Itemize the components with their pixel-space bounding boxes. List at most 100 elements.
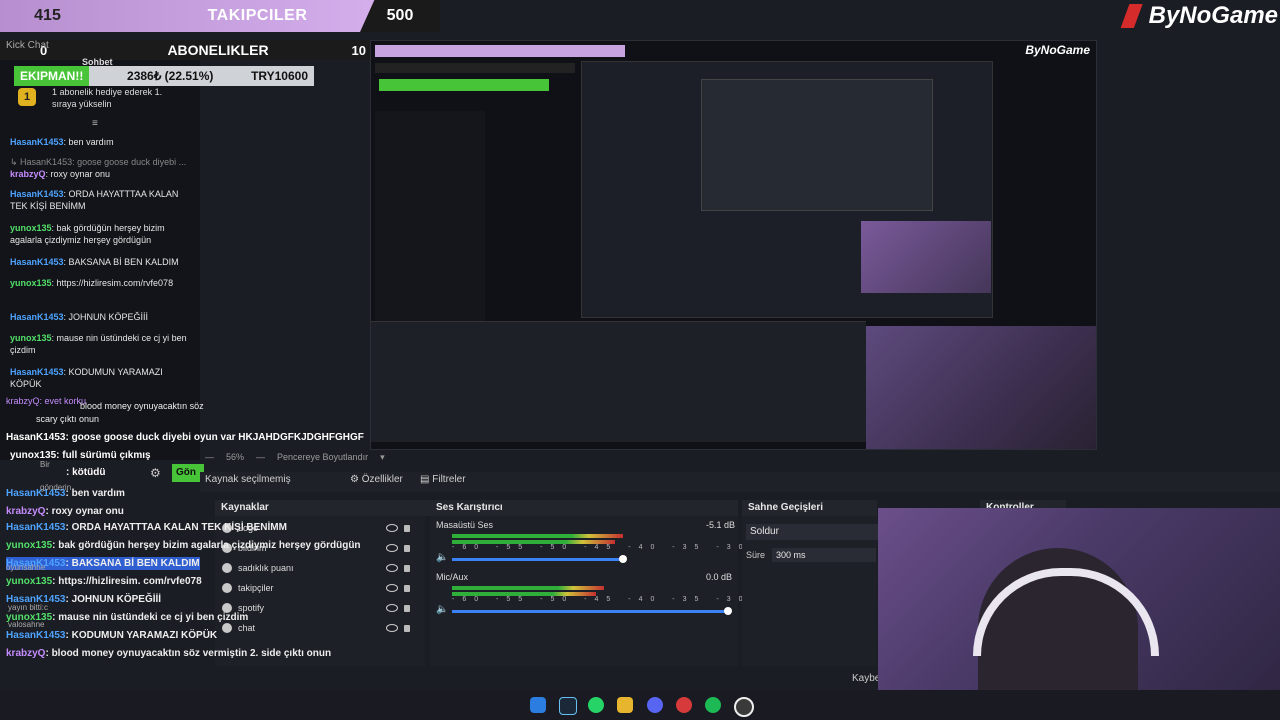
chat-username[interactable]: HasanK1453 <box>10 312 64 322</box>
filter-icon: ▤ <box>420 474 433 485</box>
start-menu-icon[interactable] <box>530 697 546 713</box>
track-meter <box>452 586 604 590</box>
preview-followers-bar <box>375 45 625 57</box>
volume-knob[interactable] <box>619 555 627 563</box>
transition-select[interactable]: Soldur <box>746 524 878 540</box>
chat-username[interactable]: HasanK1453 <box>10 257 64 267</box>
chat-username[interactable]: HasanK1453 <box>10 189 64 199</box>
source-name: takipçiler <box>238 583 274 593</box>
bottom-chat-text: : blood money oynuyacaktın söz vermiştin… <box>45 648 332 659</box>
chat-username[interactable]: yunox135 <box>10 223 52 233</box>
lock-icon[interactable] <box>404 624 410 632</box>
preview-chat <box>375 111 485 341</box>
lock-icon[interactable] <box>404 584 410 592</box>
chat-username[interactable]: HasanK1453 <box>10 367 64 377</box>
gift-prompt[interactable]: 1 abonelik hediye ederek 1. sıraya yükse… <box>52 86 182 110</box>
chat-small-note: oyunsahne <box>6 563 46 572</box>
no-source-label: Kaynak seçilmemiş <box>205 474 291 485</box>
gear-icon: ⚙ <box>350 474 362 485</box>
chat-username[interactable]: krabzyQ <box>10 169 46 179</box>
menu-icon[interactable]: ≡ <box>92 118 98 129</box>
brand-logo: ByNoGame <box>1120 2 1278 30</box>
track-db: -5.1 dB <box>706 520 736 530</box>
goal-progress: 2386₺ (22.51%) <box>127 69 214 83</box>
chat-username[interactable]: yunox135 <box>10 278 52 288</box>
chat-text: ↳ HasanK1453: goose goose duck diyebi ..… <box>10 157 187 167</box>
speaker-icon[interactable]: 🔈 <box>436 604 448 615</box>
opera-icon[interactable] <box>676 697 692 713</box>
chat-overlap-1: krabzyQ: evet korku <box>6 396 87 406</box>
track-db: 0.0 dB <box>706 572 733 582</box>
gift-icon: 1 <box>18 88 36 106</box>
source-item[interactable]: chat <box>222 619 422 637</box>
lock-icon[interactable] <box>404 544 410 552</box>
spotify-icon[interactable] <box>705 697 721 713</box>
chat-kotu-line: : kötüdü <box>66 467 106 478</box>
chat-tab-label[interactable]: Sohbet <box>82 57 113 67</box>
zoom-plus-icon[interactable]: — <box>256 452 265 463</box>
source-type-icon <box>222 563 232 573</box>
speaker-icon[interactable]: 🔈 <box>436 552 448 563</box>
visibility-eye-icon[interactable] <box>386 564 398 572</box>
chat-small-note: valosahne <box>8 620 45 629</box>
visibility-eye-icon[interactable] <box>386 604 398 612</box>
bottom-chat-text: : https://hizliresim. com/rvfe078 <box>52 576 202 587</box>
subs-bar: 0 ABONELIKLER 10 <box>0 40 370 60</box>
lock-icon[interactable] <box>404 564 410 572</box>
brand-name: ByNoGame <box>1148 2 1278 29</box>
source-name: chat <box>238 623 256 633</box>
preview-subs-bar <box>375 63 575 73</box>
properties-button[interactable]: ⚙ Özellikler <box>350 474 403 485</box>
chat-text: : https://hizliresim.com/rvfe078 <box>51 278 174 288</box>
whatsapp-icon[interactable] <box>588 697 604 713</box>
goal-target: TRY10600 <box>251 69 308 83</box>
zoom-minus-icon[interactable]: — <box>205 452 214 463</box>
bottom-chat-line: krabzyQ: roxy oynar onu <box>6 505 124 518</box>
lock-icon[interactable] <box>404 524 410 532</box>
track-name: Mic/Aux <box>436 572 469 582</box>
chat-message: yunox135: mause nin üstündeki ce cj yi b… <box>10 332 196 356</box>
chat-small-note: Bir <box>40 460 50 469</box>
source-item[interactable]: spotify <box>222 599 422 617</box>
visibility-eye-icon[interactable] <box>386 544 398 552</box>
discord-icon[interactable] <box>647 697 663 713</box>
visibility-eye-icon[interactable] <box>386 624 398 632</box>
preview-nested-webcam <box>861 221 991 293</box>
settings-gear-icon[interactable]: ⚙ <box>150 466 162 480</box>
bottom-chat-text: : ORDA HAYATTTAA KALAN TEK KİŞİ BENİMM <box>65 522 287 533</box>
chat-goose-line: HasanK1453: goose goose duck diyebi oyun… <box>6 432 364 443</box>
obs-icon[interactable] <box>734 697 754 717</box>
visibility-eye-icon[interactable] <box>386 584 398 592</box>
fit-mode[interactable]: Pencereye Boyutlandır <box>277 452 368 463</box>
followers-count-left: 415 <box>34 7 61 24</box>
chat-username[interactable]: HasanK1453 <box>10 137 64 147</box>
duration-input[interactable]: 300 ms <box>772 548 876 562</box>
obs-preview[interactable]: ByNoGame <box>370 40 1097 450</box>
track-name: Masaüstü Ses <box>436 520 494 530</box>
bottom-chat-text: : bak gördüğün herşey bizim agalarla çiz… <box>52 540 361 551</box>
visibility-eye-icon[interactable] <box>386 524 398 532</box>
sources-dock-title: Kaynaklar <box>215 500 431 516</box>
chat-small-note: gönderin <box>40 483 72 492</box>
chat-message: ↳ HasanK1453: goose goose duck diyebi ..… <box>10 156 196 168</box>
track-meter <box>452 534 623 538</box>
file-explorer-icon[interactable] <box>617 697 633 713</box>
steam-icon[interactable] <box>559 697 577 715</box>
chat-text: : roxy oynar onu <box>45 169 111 179</box>
bottom-chat-line: yunox135: bak gördüğün herşey bizim agal… <box>6 539 361 552</box>
chevron-down-icon[interactable]: ▾ <box>380 452 385 463</box>
source-item[interactable]: sadıklık puanı <box>222 559 422 577</box>
volume-slider[interactable] <box>452 610 728 613</box>
chat-username[interactable]: yunox135 <box>10 333 52 343</box>
source-item[interactable]: takipçiler <box>222 579 422 597</box>
filters-button[interactable]: ▤ Filtreler <box>420 474 466 485</box>
bottom-chat-line: krabzyQ: blood money oynuyacaktın söz ve… <box>6 647 331 660</box>
volume-slider[interactable] <box>452 558 623 561</box>
chat-message: HasanK1453: ORDA HAYATTTAA KALAN TEK KİŞ… <box>10 188 196 212</box>
lock-icon[interactable] <box>404 604 410 612</box>
preview-goal-bar <box>379 79 549 91</box>
bottom-chat-text: : KODUMUN YARAMAZI KÖPÜK <box>65 630 218 641</box>
filters-label: Filtreler <box>432 474 466 485</box>
volume-knob[interactable] <box>724 607 732 615</box>
bottom-chat-text: : roxy oynar onu <box>45 506 124 517</box>
